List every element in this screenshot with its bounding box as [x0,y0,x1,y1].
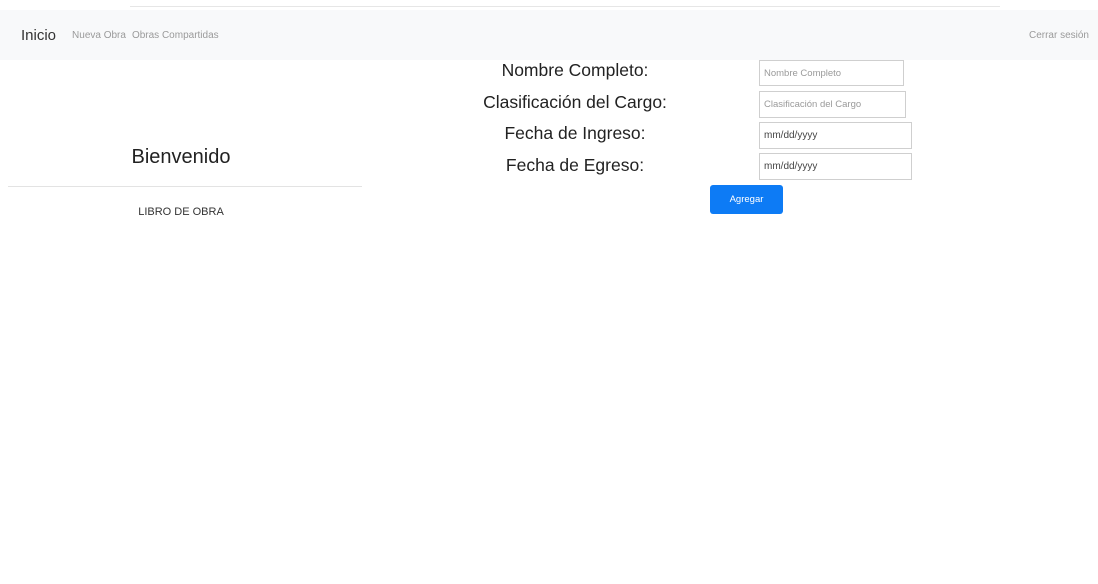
top-divider [130,6,1000,7]
nombre-completo-input[interactable] [759,60,904,86]
label-clasificacion-cargo: Clasificación del Cargo: [483,92,667,112]
clasificacion-cargo-input[interactable] [759,91,906,118]
fecha-ingreso-input[interactable] [759,122,912,149]
top-strip [0,0,1098,8]
sidebar-item-libro-de-obra[interactable]: LIBRO DE OBRA [0,206,362,218]
agregar-button[interactable]: Agregar [710,185,783,214]
sidebar-divider [8,186,362,187]
label-fecha-ingreso: Fecha de Ingreso: [504,123,646,143]
nav-link-nueva-obra[interactable]: Nueva Obra [72,30,126,41]
label-nombre-completo: Nombre Completo: [501,60,649,80]
fecha-egreso-input[interactable] [759,153,912,180]
welcome-heading: Bienvenido [131,146,231,168]
nav-brand-inicio[interactable]: Inicio [21,27,56,44]
label-fecha-egreso: Fecha de Egreso: [505,155,645,175]
nav-link-obras-compartidas[interactable]: Obras Compartidas [132,30,219,41]
logout-link[interactable]: Cerrar sesión [1029,30,1089,41]
top-navbar: Inicio Nueva Obra Obras Compartidas Cerr… [0,10,1098,60]
